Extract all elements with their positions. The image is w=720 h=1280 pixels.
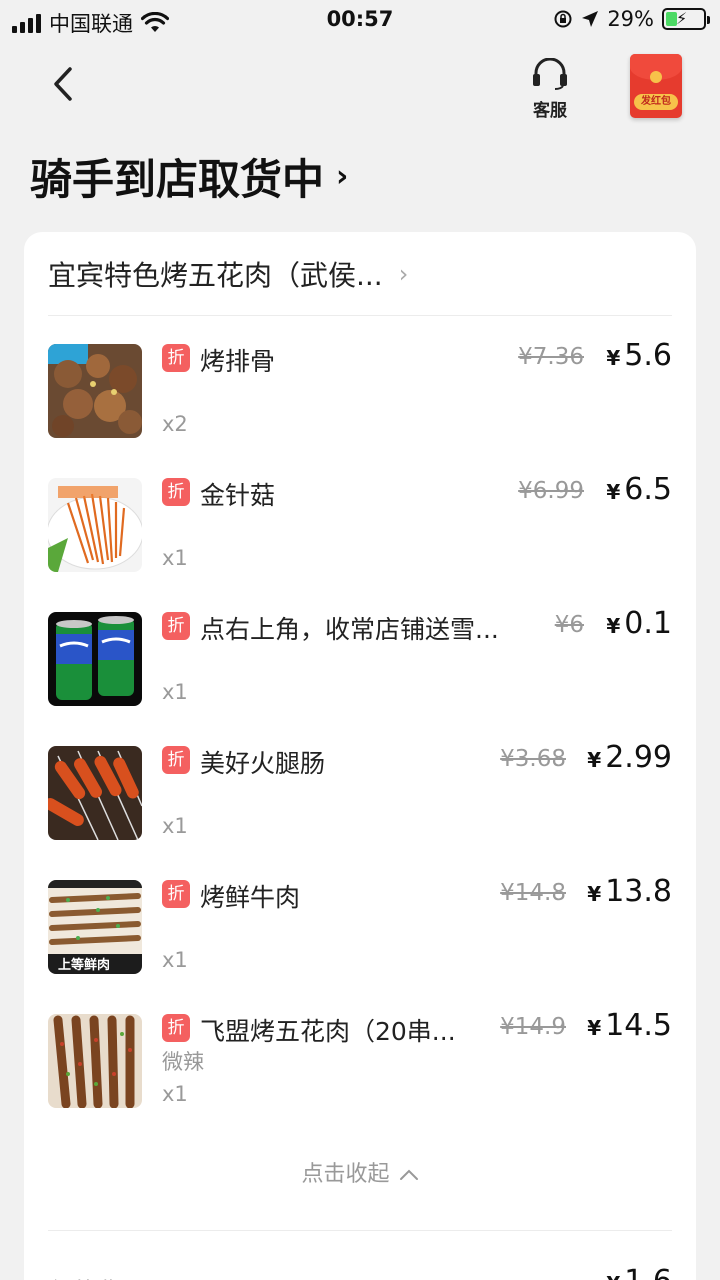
item-name: 烤鲜牛肉 <box>200 883 301 912</box>
order-item: 折 点右上角，收常店铺送雪... x1 ¥6 ¥0.1 <box>48 606 672 712</box>
item-image <box>48 344 142 438</box>
rotation-lock-icon <box>554 10 572 28</box>
item-price-value: 2.99 <box>605 740 672 775</box>
collapse-label: 点击收起 <box>301 1162 390 1187</box>
item-image <box>48 612 142 706</box>
item-price-value: 6.5 <box>624 472 672 507</box>
original-price: ¥3.68 <box>500 746 566 772</box>
divider <box>48 1230 672 1231</box>
item-quantity: x1 <box>162 814 188 838</box>
item-price: ¥13.8 <box>587 874 672 909</box>
item-price: ¥6.5 <box>606 472 672 507</box>
packing-fee-value: ¥1.6 <box>606 1264 672 1280</box>
chevron-right-icon: › <box>336 159 349 194</box>
item-quantity: x1 <box>162 680 188 704</box>
original-price: ¥14.8 <box>500 880 566 906</box>
store-name-link[interactable]: 宜宾特色烤五花肉（武侯... › <box>48 254 408 294</box>
customer-service-button[interactable]: 客服 <box>522 57 578 121</box>
item-spec: 微辣 <box>162 1050 204 1074</box>
order-item: 折 美好火腿肠 x1 ¥3.68 ¥2.99 <box>48 740 672 846</box>
item-quantity: x1 <box>162 1082 188 1106</box>
battery-percent: 29% <box>607 7 654 31</box>
chevron-up-icon <box>399 1169 418 1180</box>
item-name: 点右上角，收常店铺送雪... <box>200 615 499 644</box>
status-right: 29% ⚡ <box>553 7 710 31</box>
order-item: 折 飞盟烤五花肉（20串... 微辣 x1 ¥14.9 ¥14.5 <box>48 1008 672 1114</box>
order-card: 宜宾特色烤五花肉（武侯... › 折 烤排骨 x2 ¥7.36 ¥5.6 折 金… <box>24 232 696 1280</box>
location-arrow-icon <box>582 11 599 27</box>
item-price-value: 0.1 <box>624 606 672 641</box>
order-status-title[interactable]: 骑手到店取货中 › <box>30 146 348 207</box>
item-quantity: x1 <box>162 546 188 570</box>
discount-tag: 折 <box>162 1014 190 1042</box>
thumb-caption: 上等鲜肉 <box>58 957 110 973</box>
status-bar: 中国联通 00:57 29% ⚡ <box>0 0 720 40</box>
item-image <box>48 478 142 572</box>
customer-service-label: 客服 <box>533 101 567 121</box>
item-name: 飞盟烤五花肉（20串... <box>200 1017 456 1046</box>
item-image: 上等鲜肉 <box>48 880 142 974</box>
back-button[interactable] <box>44 62 84 106</box>
item-quantity: x2 <box>162 412 188 436</box>
item-name: 金针菇 <box>200 481 276 510</box>
item-image <box>48 1014 142 1108</box>
discount-tag: 折 <box>162 344 190 372</box>
yen-symbol: ¥ <box>606 480 621 504</box>
item-price: ¥14.5 <box>587 1008 672 1043</box>
yen-symbol: ¥ <box>587 882 602 906</box>
chevron-right-icon: › <box>398 260 409 288</box>
item-quantity: x1 <box>162 948 188 972</box>
order-item: 上等鲜肉 折 烤鲜牛肉 x1 ¥14.8 ¥13.8 <box>48 874 672 980</box>
yen-symbol: ¥ <box>606 1272 620 1280</box>
discount-tag: 折 <box>162 478 190 506</box>
original-price: ¥7.36 <box>518 344 584 370</box>
order-status-text: 骑手到店取货中 <box>30 155 325 204</box>
item-price-value: 5.6 <box>624 338 672 373</box>
yen-symbol: ¥ <box>587 748 602 772</box>
original-price: ¥14.9 <box>500 1014 566 1040</box>
store-name: 宜宾特色烤五花肉（武侯... <box>48 259 383 292</box>
yen-symbol: ¥ <box>587 1016 602 1040</box>
order-item: 折 金针菇 x1 ¥6.99 ¥6.5 <box>48 472 672 578</box>
order-item: 折 烤排骨 x2 ¥7.36 ¥5.6 <box>48 338 672 444</box>
item-price-value: 14.5 <box>605 1008 672 1043</box>
red-packet-label: 发红包 <box>634 94 678 110</box>
item-image <box>48 746 142 840</box>
item-price: ¥5.6 <box>606 338 672 373</box>
item-price-value: 13.8 <box>605 874 672 909</box>
item-price: ¥2.99 <box>587 740 672 775</box>
item-name: 烤排骨 <box>200 347 276 376</box>
collapse-toggle[interactable]: 点击收起 <box>24 1156 696 1188</box>
discount-tag: 折 <box>162 746 190 774</box>
original-price: ¥6.99 <box>518 478 584 504</box>
headset-icon <box>533 57 567 90</box>
yen-symbol: ¥ <box>606 614 621 638</box>
divider <box>48 315 672 316</box>
item-name: 美好火腿肠 <box>200 749 326 778</box>
red-packet-button[interactable]: 发红包 <box>630 54 682 118</box>
packing-fee-label: 包装费 <box>48 1272 120 1280</box>
item-price: ¥0.1 <box>606 606 672 641</box>
discount-tag: 折 <box>162 880 190 908</box>
yen-symbol: ¥ <box>606 346 621 370</box>
battery-icon: ⚡ <box>662 8 710 30</box>
chevron-left-icon <box>54 67 72 101</box>
original-price: ¥6 <box>554 612 584 638</box>
packing-fee-amount: 1.6 <box>624 1264 672 1280</box>
discount-tag: 折 <box>162 612 190 640</box>
red-packet-coin <box>650 71 662 83</box>
